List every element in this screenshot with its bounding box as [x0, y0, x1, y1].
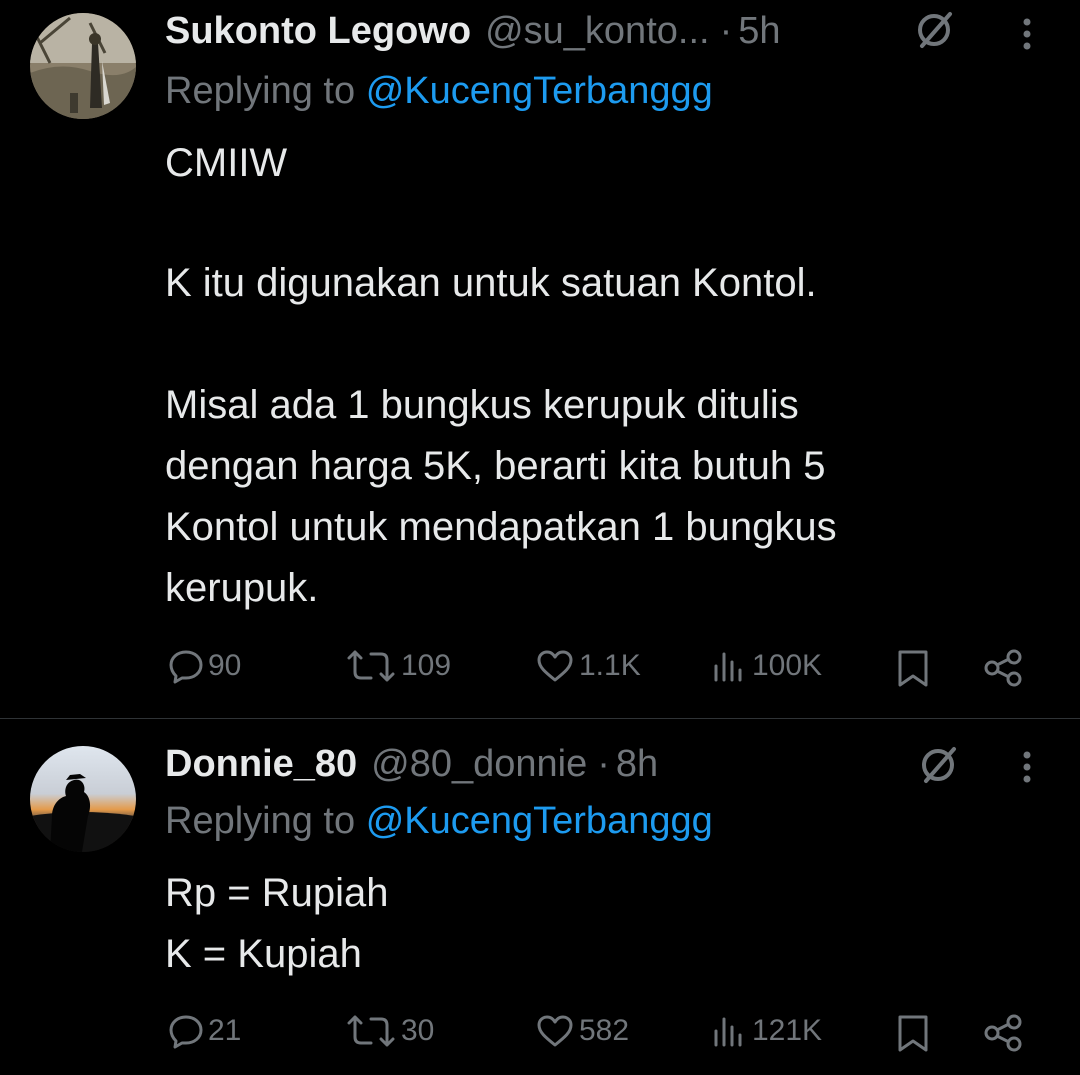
more-icon[interactable]: [1012, 8, 1042, 52]
reply-button[interactable]: 90: [168, 648, 241, 684]
bookmark-icon: [898, 1015, 928, 1052]
replying-to: Replying to @KucengTerbanggg: [165, 800, 713, 843]
retweet-button[interactable]: 30: [345, 1013, 434, 1049]
tweet-text-line: K = Kupiah: [165, 932, 362, 976]
author-handle[interactable]: @80_donnie: [371, 743, 587, 786]
views-count: 100K: [752, 649, 823, 682]
share-button[interactable]: [982, 1013, 1024, 1053]
views-button[interactable]: 100K: [710, 648, 822, 684]
avatar-sukonto[interactable]: [30, 13, 136, 119]
reply-count: 90: [208, 649, 242, 682]
retweet-count: 30: [401, 1014, 435, 1047]
retweet-count: 109: [401, 649, 452, 682]
views-icon: [714, 652, 742, 682]
like-count: 1.1K: [579, 649, 641, 682]
views-count: 121K: [752, 1014, 823, 1047]
author-handle[interactable]: @su_konto...: [485, 10, 709, 53]
separator-dot: ·: [719, 9, 733, 52]
tweet-text-line: Misal ada 1 bungkus kerupuk ditulis: [165, 383, 799, 427]
views-icon: [714, 1017, 742, 1047]
tweet-2[interactable]: Donnie_80 @80_donnie · 8h Replying to @K…: [0, 719, 1080, 1075]
tweet-text-line: kerupuk.: [165, 566, 319, 610]
tweet-text-line: Kontol untuk mendapatkan 1 bungkus: [165, 505, 837, 549]
avatar-donnie[interactable]: [30, 746, 136, 852]
replying-mention[interactable]: @KucengTerbanggg: [366, 70, 713, 112]
like-count: 582: [579, 1014, 630, 1047]
like-button[interactable]: 1.1K: [535, 648, 641, 684]
like-icon: [537, 1015, 573, 1047]
retweet-icon: [347, 1015, 395, 1047]
share-icon: [984, 649, 1022, 687]
replying-mention[interactable]: @KucengTerbanggg: [366, 800, 713, 842]
author-name[interactable]: Sukonto Legowo: [165, 10, 471, 53]
grok-icon[interactable]: [914, 8, 956, 50]
bookmark-button[interactable]: [895, 1013, 931, 1053]
avatar-image: [30, 746, 136, 852]
tweet-text-line: K itu digunakan untuk satuan Kontol.: [165, 261, 817, 305]
tweet-text-line: CMIIW: [165, 141, 288, 185]
retweet-button[interactable]: 109: [345, 648, 451, 684]
replying-to: Replying to @KucengTerbanggg: [165, 70, 713, 113]
views-button[interactable]: 121K: [710, 1013, 822, 1049]
retweet-icon: [347, 650, 395, 682]
share-icon: [984, 1014, 1022, 1052]
tweet-text-line: dengan harga 5K, berarti kita butuh 5: [165, 444, 826, 488]
share-button[interactable]: [982, 648, 1024, 688]
like-icon: [537, 650, 573, 682]
tweet-time[interactable]: 8h: [616, 743, 658, 786]
tweet-time[interactable]: 5h: [738, 10, 780, 53]
replying-prefix: Replying to: [165, 70, 356, 112]
reply-icon: [169, 1015, 203, 1049]
reply-icon: [169, 650, 203, 684]
grok-icon[interactable]: [918, 743, 960, 785]
avatar-image: [30, 13, 136, 119]
replying-prefix: Replying to: [165, 800, 356, 842]
reply-count: 21: [208, 1014, 242, 1047]
separator-dot: ·: [597, 742, 610, 785]
like-button[interactable]: 582: [535, 1013, 629, 1049]
tweet-text-line: Rp = Rupiah: [165, 871, 389, 915]
more-icon[interactable]: [1012, 745, 1042, 789]
reply-button[interactable]: 21: [168, 1013, 241, 1049]
bookmark-button[interactable]: [895, 648, 931, 688]
tweet-1[interactable]: Sukonto Legowo @su_konto... · 5h Replyin…: [0, 0, 1080, 718]
author-name[interactable]: Donnie_80: [165, 743, 357, 786]
bookmark-icon: [898, 650, 928, 687]
